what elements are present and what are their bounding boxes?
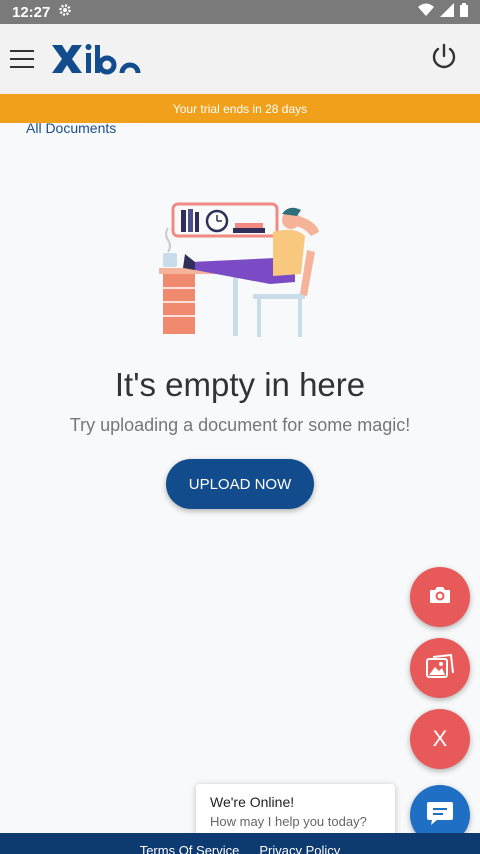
signal-icon (440, 3, 454, 21)
camera-fab-button[interactable] (410, 567, 470, 627)
upload-now-button[interactable]: UPLOAD NOW (166, 459, 314, 509)
chat-greeting-subtitle: How may I help you today? (210, 814, 367, 829)
battery-icon (460, 3, 468, 21)
app-bar (0, 24, 480, 94)
trial-banner: Your trial ends in 28 days (0, 94, 480, 123)
gallery-fab-button[interactable] (410, 638, 470, 698)
empty-state-title: It's empty in here (114, 366, 366, 403)
menu-icon[interactable] (10, 50, 34, 68)
camera-icon (428, 585, 452, 610)
footer: Terms Of Service Privacy Policy (0, 833, 480, 854)
close-fab-button[interactable]: X (410, 709, 470, 769)
power-icon[interactable] (430, 43, 458, 76)
wifi-icon (418, 3, 434, 21)
terms-of-service-link[interactable]: Terms Of Service (140, 843, 240, 854)
chat-greeting-title: We're Online! (210, 794, 295, 810)
app-logo (50, 42, 146, 76)
gallery-icon (425, 653, 455, 684)
status-bar: 12:27 (0, 0, 480, 24)
chat-icon (425, 799, 455, 832)
status-time: 12:27 (12, 3, 51, 21)
gear-icon (58, 3, 72, 21)
empty-state-subtitle: Try uploading a document for some magic! (69, 415, 411, 435)
empty-state-illustration (155, 196, 330, 341)
privacy-policy-link[interactable]: Privacy Policy (259, 843, 340, 854)
breadcrumb-all-documents[interactable]: All Documents (26, 120, 116, 136)
